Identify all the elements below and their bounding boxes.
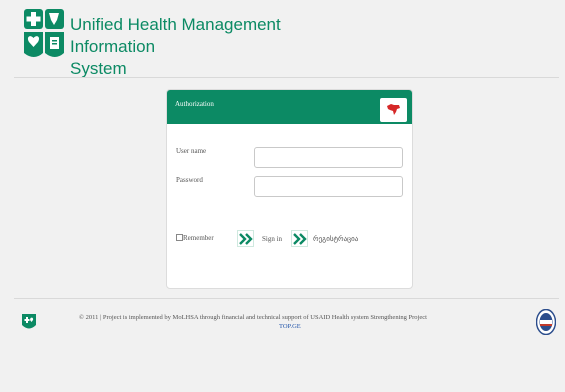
remember-checkbox[interactable] bbox=[176, 234, 183, 241]
register-link[interactable]: რეგისტრაცია bbox=[313, 235, 358, 243]
authorization-title: Authorization bbox=[175, 100, 214, 108]
language-switch-button[interactable] bbox=[380, 98, 407, 122]
double-chevron-right-icon bbox=[293, 233, 307, 245]
usaid-seal-icon bbox=[536, 309, 556, 335]
app-title-line1: Unified Health Management Information bbox=[70, 15, 281, 56]
password-input[interactable] bbox=[254, 176, 403, 197]
header-divider bbox=[14, 77, 559, 78]
app-title: Unified Health Management Information Sy… bbox=[70, 14, 370, 80]
double-chevron-right-icon bbox=[239, 233, 253, 245]
health-cross-shield-icon bbox=[24, 9, 64, 57]
authorization-header: Authorization bbox=[167, 90, 412, 124]
georgia-map-icon bbox=[387, 104, 400, 115]
username-label: User name bbox=[176, 147, 207, 155]
footer-link[interactable]: TOP.GE bbox=[279, 323, 301, 330]
register-arrow-button[interactable] bbox=[291, 230, 308, 247]
password-label: Password bbox=[176, 176, 203, 184]
footer-copyright: © 2011 | Project is implemented by MoLHS… bbox=[79, 314, 427, 321]
username-input[interactable] bbox=[254, 147, 403, 168]
sign-in-arrow-button[interactable] bbox=[237, 230, 254, 247]
footer-divider bbox=[14, 298, 559, 299]
molhsa-emblem-icon bbox=[22, 314, 36, 329]
sign-in-label[interactable]: Sign in bbox=[262, 235, 282, 243]
header: Unified Health Management Information Sy… bbox=[0, 0, 565, 78]
remember-label: Remember bbox=[183, 234, 214, 242]
app-title-line2: System bbox=[70, 59, 127, 78]
authorization-panel: Authorization User name Password Remembe… bbox=[166, 89, 413, 289]
